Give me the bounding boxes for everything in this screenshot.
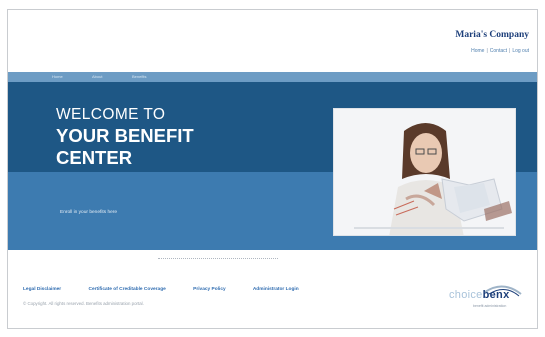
nav-item-home[interactable]: Home [52, 74, 63, 79]
contact-link[interactable]: Contact [490, 48, 507, 54]
logo-dark-text: benx [482, 289, 510, 301]
hero-caption[interactable]: Enroll in your benefits here [60, 210, 117, 215]
nav-item-benefits[interactable]: Benefits [132, 74, 146, 79]
hero-photo [333, 108, 516, 236]
hero-banner: WELCOME TO YOUR BENEFIT CENTER Enroll in… [8, 82, 537, 250]
logo-tagline: benefit administration [473, 304, 507, 308]
center-line: CENTER [56, 147, 133, 168]
welcome-heading: WELCOME TO YOUR BENEFIT CENTER [56, 106, 194, 168]
page-frame: Maria's Company Home | Contact | Log out Hom… [7, 9, 538, 329]
header-links: Home | Contact | Log out [471, 48, 529, 54]
legal-disclaimer-link[interactable]: Legal Disclaimer [23, 287, 61, 292]
logo-light-text: choice [449, 289, 483, 301]
choicebenx-logo: choicebenx benefit administration [443, 278, 523, 316]
creditable-coverage-link[interactable]: Certificate of Creditable Coverage [88, 287, 165, 292]
privacy-policy-link[interactable]: Privacy Policy [193, 287, 226, 292]
copyright-text: © Copyright. All rights reserved. Benefi… [23, 301, 144, 306]
logout-link[interactable]: Log out [512, 48, 529, 54]
logo-wordmark: choicebenx [449, 289, 509, 301]
nav-item-about[interactable]: About [92, 74, 102, 79]
welcome-line: WELCOME TO [56, 106, 166, 123]
home-link[interactable]: Home [471, 48, 484, 54]
company-name: Maria's Company [455, 30, 529, 40]
divider [158, 258, 278, 259]
benefit-line: YOUR BENEFIT [56, 125, 194, 146]
nav-strip: Home About Benefits [8, 72, 537, 82]
footer-links: Legal Disclaimer Certificate of Creditab… [23, 287, 325, 292]
woman-at-laptop-illustration [334, 109, 515, 235]
administrator-login-link[interactable]: Administrator Login [253, 287, 299, 292]
